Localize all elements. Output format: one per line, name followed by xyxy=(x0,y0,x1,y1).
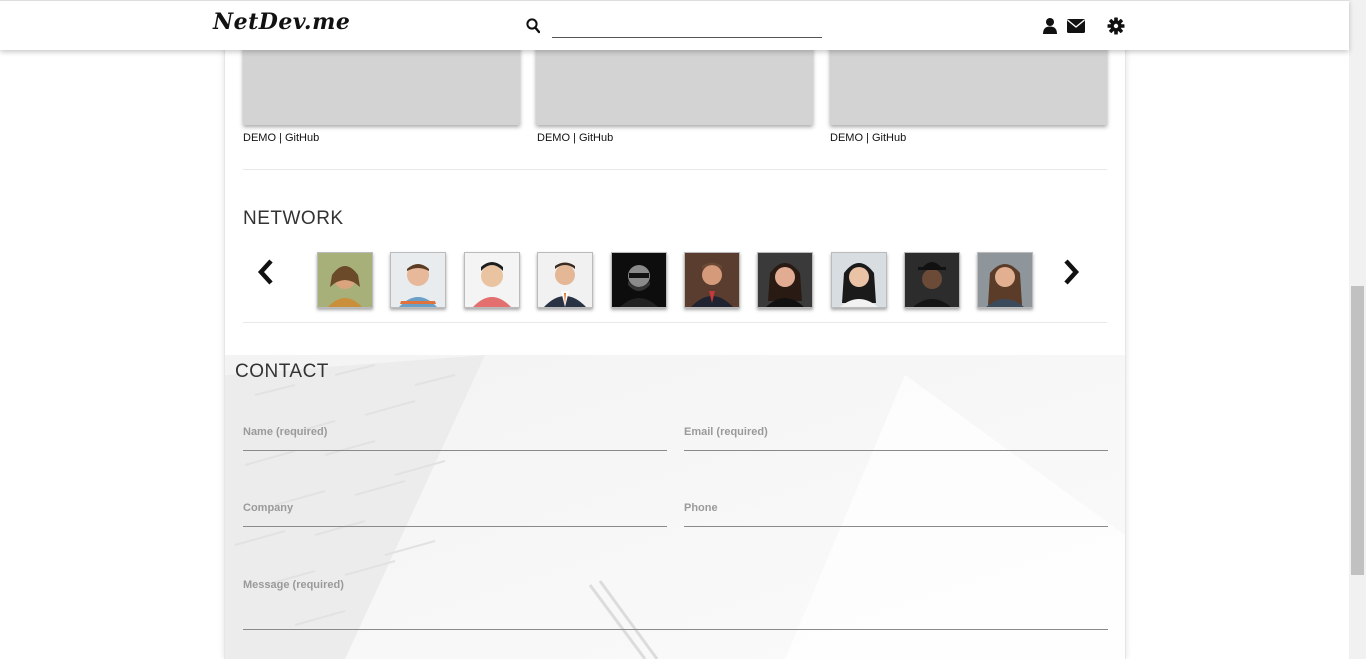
page-column: DEMO | GitHub DEMO | GitHub DEMO | GitHu… xyxy=(224,0,1126,659)
field-underline xyxy=(243,526,667,527)
link-separator: | xyxy=(279,132,282,144)
search-icon[interactable] xyxy=(526,18,540,34)
company-field[interactable]: Company xyxy=(243,502,667,527)
email-field-label: Email (required) xyxy=(684,426,768,438)
page-scrollbar[interactable] xyxy=(1349,0,1366,659)
demo-link[interactable]: DEMO xyxy=(830,132,863,144)
section-divider xyxy=(243,169,1107,170)
network-avatar[interactable] xyxy=(684,252,740,308)
link-separator: | xyxy=(573,132,576,144)
github-link[interactable]: GitHub xyxy=(579,132,613,144)
network-avatar[interactable] xyxy=(464,252,520,308)
user-icon[interactable] xyxy=(1041,17,1059,35)
field-underline xyxy=(684,526,1108,527)
top-navbar: NetDev.me xyxy=(0,0,1349,50)
network-avatar[interactable] xyxy=(831,252,887,308)
email-field[interactable]: Email (required) xyxy=(684,426,1108,451)
project-links: DEMO | GitHub xyxy=(537,132,613,144)
gear-icon[interactable] xyxy=(1107,17,1125,35)
chevron-right-icon[interactable] xyxy=(1060,257,1082,287)
contact-heading: CONTACT xyxy=(235,361,329,382)
github-link[interactable]: GitHub xyxy=(285,132,319,144)
search-input[interactable] xyxy=(552,15,822,38)
network-avatar[interactable] xyxy=(390,252,446,308)
phone-field[interactable]: Phone xyxy=(684,502,1108,527)
project-links: DEMO | GitHub xyxy=(830,132,906,144)
network-avatar[interactable] xyxy=(977,252,1033,308)
phone-field-label: Phone xyxy=(684,502,718,514)
network-heading: NETWORK xyxy=(243,208,344,229)
network-avatar[interactable] xyxy=(611,252,667,308)
company-field-label: Company xyxy=(243,502,294,514)
field-underline xyxy=(243,450,667,451)
network-avatar[interactable] xyxy=(537,252,593,308)
name-field[interactable]: Name (required) xyxy=(243,426,667,451)
network-avatar[interactable] xyxy=(317,252,373,308)
network-avatar[interactable] xyxy=(757,252,813,308)
site-logo[interactable]: NetDev.me xyxy=(213,9,350,35)
project-links: DEMO | GitHub xyxy=(243,132,319,144)
name-field-label: Name (required) xyxy=(243,426,328,438)
field-underline xyxy=(684,450,1108,451)
network-avatar[interactable] xyxy=(904,252,960,308)
demo-link[interactable]: DEMO xyxy=(537,132,570,144)
demo-link[interactable]: DEMO xyxy=(243,132,276,144)
scrollbar-thumb[interactable] xyxy=(1351,286,1364,575)
message-field-label: Message (required) xyxy=(243,579,344,591)
chevron-left-icon[interactable] xyxy=(255,257,277,287)
link-separator: | xyxy=(866,132,869,144)
message-field[interactable]: Message (required) xyxy=(243,579,1108,630)
section-divider xyxy=(243,322,1107,323)
field-underline xyxy=(243,629,1108,630)
github-link[interactable]: GitHub xyxy=(872,132,906,144)
envelope-icon[interactable] xyxy=(1066,17,1086,35)
